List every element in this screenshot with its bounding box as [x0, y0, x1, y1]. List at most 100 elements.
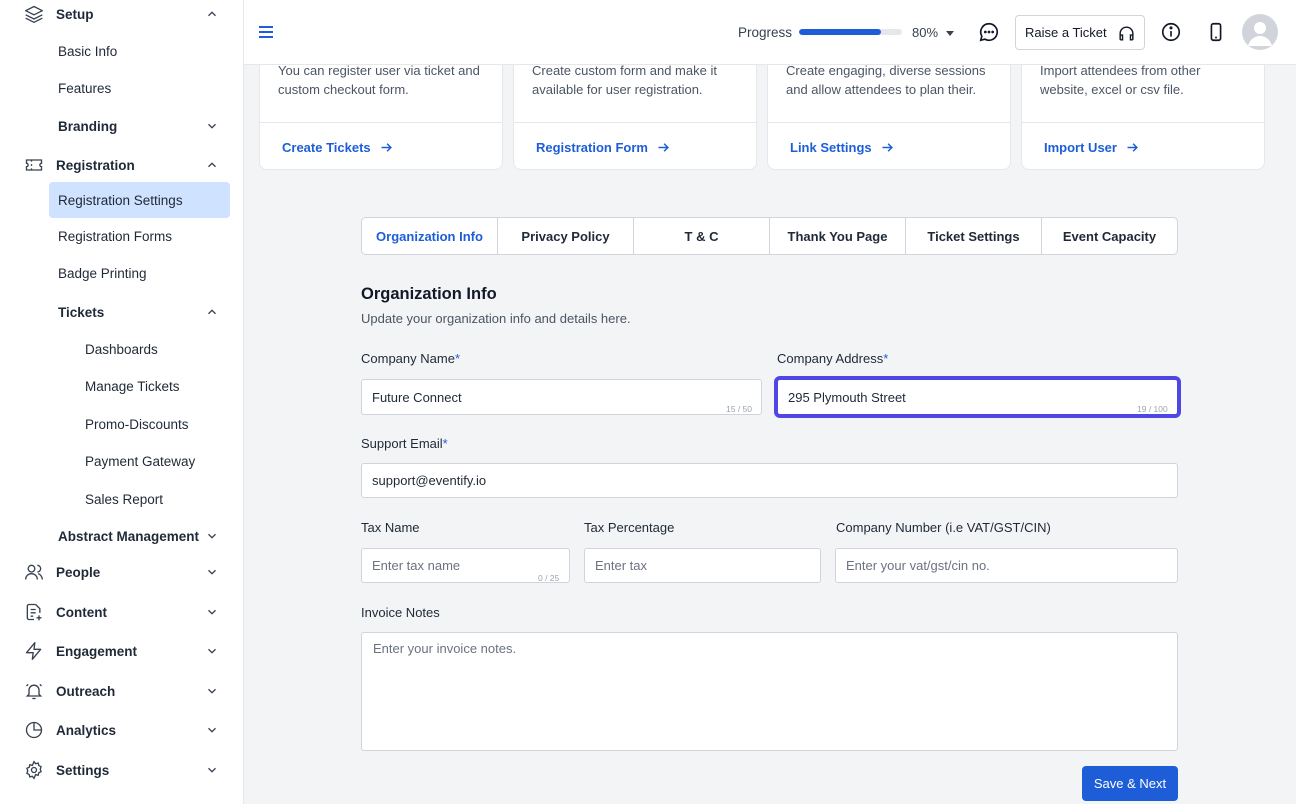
sidebar-item-outreach[interactable]: Outreach — [0, 675, 243, 707]
sidebar-item-sales-report[interactable]: Sales Report — [0, 483, 243, 515]
sidebar-label-sales-report: Sales Report — [85, 491, 164, 507]
sidebar-item-settings[interactable]: Settings — [0, 754, 243, 786]
company-number-input[interactable] — [835, 548, 1178, 583]
ticket-icon — [23, 154, 45, 176]
tab-event-capacity[interactable]: Event Capacity — [1042, 218, 1177, 254]
sidebar-label-analytics: Analytics — [56, 722, 117, 738]
layers-icon — [23, 3, 45, 25]
chevron-down-icon — [208, 569, 216, 575]
tax-name-char-counter: 0 / 25 — [538, 573, 560, 583]
company-name-char-counter: 15 / 50 — [726, 404, 752, 414]
chevron-down-icon — [208, 123, 216, 129]
tab-privacy-policy[interactable]: Privacy Policy — [498, 218, 634, 254]
raise-ticket-button[interactable]: Raise a Ticket — [1015, 15, 1145, 50]
gear-icon — [23, 759, 45, 781]
sidebar-item-badge-printing[interactable]: Badge Printing — [0, 257, 243, 289]
card-link-label: Import User — [1044, 140, 1117, 155]
company-name-label: Company Name* — [361, 351, 460, 366]
support-email-input[interactable] — [361, 463, 1178, 498]
raise-ticket-label: Raise a Ticket — [1025, 25, 1107, 40]
link-settings-link[interactable]: Link Settings — [790, 140, 895, 155]
headset-icon — [1119, 26, 1134, 41]
sidebar-item-engagement[interactable]: Engagement — [0, 635, 243, 667]
invoice-notes-textarea[interactable] — [361, 632, 1178, 751]
lightning-icon — [23, 640, 45, 662]
people-icon — [23, 561, 45, 583]
chat-bubble-icon[interactable] — [978, 21, 1000, 43]
tab-terms-conditions[interactable]: T & C — [634, 218, 770, 254]
invoice-notes-label: Invoice Notes — [361, 605, 440, 620]
sidebar-item-features[interactable]: Features — [0, 72, 243, 104]
card-divider — [514, 122, 756, 123]
caret-down-icon[interactable] — [945, 28, 955, 38]
sidebar-item-payment-gateway[interactable]: Payment Gateway — [0, 445, 243, 477]
company-number-label: Company Number (i.e VAT/GST/CIN) — [836, 520, 1051, 535]
progress-bar — [799, 29, 902, 35]
sidebar-label-settings: Settings — [56, 762, 110, 778]
save-and-next-button[interactable]: Save & Next — [1082, 766, 1178, 801]
card-divider — [1022, 122, 1264, 123]
chevron-up-icon — [208, 309, 216, 315]
user-avatar-icon — [1248, 22, 1272, 46]
sidebar-label-content: Content — [56, 604, 107, 620]
sidebar-item-promo-discounts[interactable]: Promo-Discounts — [0, 408, 243, 440]
tab-ticket-settings[interactable]: Ticket Settings — [906, 218, 1042, 254]
card-link-label: Link Settings — [790, 140, 872, 155]
registration-form-link[interactable]: Registration Form — [536, 140, 671, 155]
card-description: Import attendees from other website, exc… — [1040, 63, 1201, 97]
arrow-right-icon — [1127, 143, 1138, 152]
support-email-label: Support Email* — [361, 436, 448, 451]
progress-percentage: 80% — [912, 25, 939, 40]
tab-thank-you-page[interactable]: Thank You Page — [770, 218, 906, 254]
import-user-link[interactable]: Import User — [1044, 140, 1140, 155]
arrow-right-icon — [658, 143, 669, 152]
sidebar-item-content[interactable]: Content — [0, 596, 243, 628]
sidebar-label-manage-tickets: Manage Tickets — [85, 378, 180, 394]
sidebar-item-registration-forms[interactable]: Registration Forms — [0, 220, 243, 252]
sidebar-item-tickets[interactable]: Tickets — [0, 296, 243, 328]
card-description: You can register user via ticket and cus… — [278, 63, 480, 97]
form-subtitle: Update your organization info and detail… — [361, 311, 631, 326]
card-description: Create engaging, diverse sessions and al… — [786, 63, 986, 97]
company-address-label-text: Company Address — [777, 351, 884, 366]
sidebar-label-registration-settings: Registration Settings — [58, 192, 183, 208]
chevron-up-icon — [208, 162, 216, 168]
sidebar-item-people[interactable]: People — [0, 556, 243, 588]
progress-label: Progress — [738, 25, 793, 40]
chevron-down-icon — [208, 688, 216, 694]
tax-percentage-input[interactable] — [584, 548, 821, 583]
settings-tabs: Organization Info Privacy Policy T & C T… — [361, 217, 1178, 255]
company-name-input[interactable] — [361, 379, 762, 415]
sidebar-item-registration-settings[interactable]: Registration Settings — [0, 184, 243, 216]
sidebar-label-basic-info: Basic Info — [58, 43, 118, 59]
feature-card-registration-form: Create custom form and make it available… — [513, 54, 757, 170]
company-address-input[interactable] — [777, 379, 1178, 415]
chevron-down-icon — [208, 727, 216, 733]
sidebar-item-setup[interactable]: Setup — [0, 0, 243, 30]
bell-icon — [23, 680, 45, 702]
card-link-label: Create Tickets — [282, 140, 371, 155]
company-address-label: Company Address* — [777, 351, 888, 366]
chevron-down-icon — [208, 648, 216, 654]
hamburger-menu-icon[interactable] — [258, 24, 274, 40]
pie-chart-icon — [23, 719, 45, 741]
company-name-label-text: Company Name — [361, 351, 455, 366]
user-avatar[interactable] — [1242, 14, 1278, 50]
sidebar-label-engagement: Engagement — [56, 643, 138, 659]
sidebar-item-analytics[interactable]: Analytics — [0, 714, 243, 746]
arrow-right-icon — [882, 143, 893, 152]
sidebar-label-registration-forms: Registration Forms — [58, 228, 173, 244]
mobile-phone-icon[interactable] — [1205, 21, 1227, 43]
sidebar-item-manage-tickets[interactable]: Manage Tickets — [0, 370, 243, 402]
create-tickets-link[interactable]: Create Tickets — [282, 140, 394, 155]
info-icon[interactable] — [1160, 21, 1182, 43]
sidebar-item-branding[interactable]: Branding — [0, 110, 243, 142]
sidebar-label-promo-discounts: Promo-Discounts — [85, 416, 189, 432]
sidebar-item-basic-info[interactable]: Basic Info — [0, 35, 243, 67]
tab-organization-info[interactable]: Organization Info — [362, 218, 498, 254]
tax-percentage-label: Tax Percentage — [584, 520, 675, 535]
support-email-label-text: Support Email — [361, 436, 443, 451]
sidebar-item-registration[interactable]: Registration — [0, 149, 243, 181]
sidebar-item-abstract-management[interactable]: Abstract Management — [0, 520, 243, 552]
sidebar-item-dashboards[interactable]: Dashboards — [0, 333, 243, 365]
